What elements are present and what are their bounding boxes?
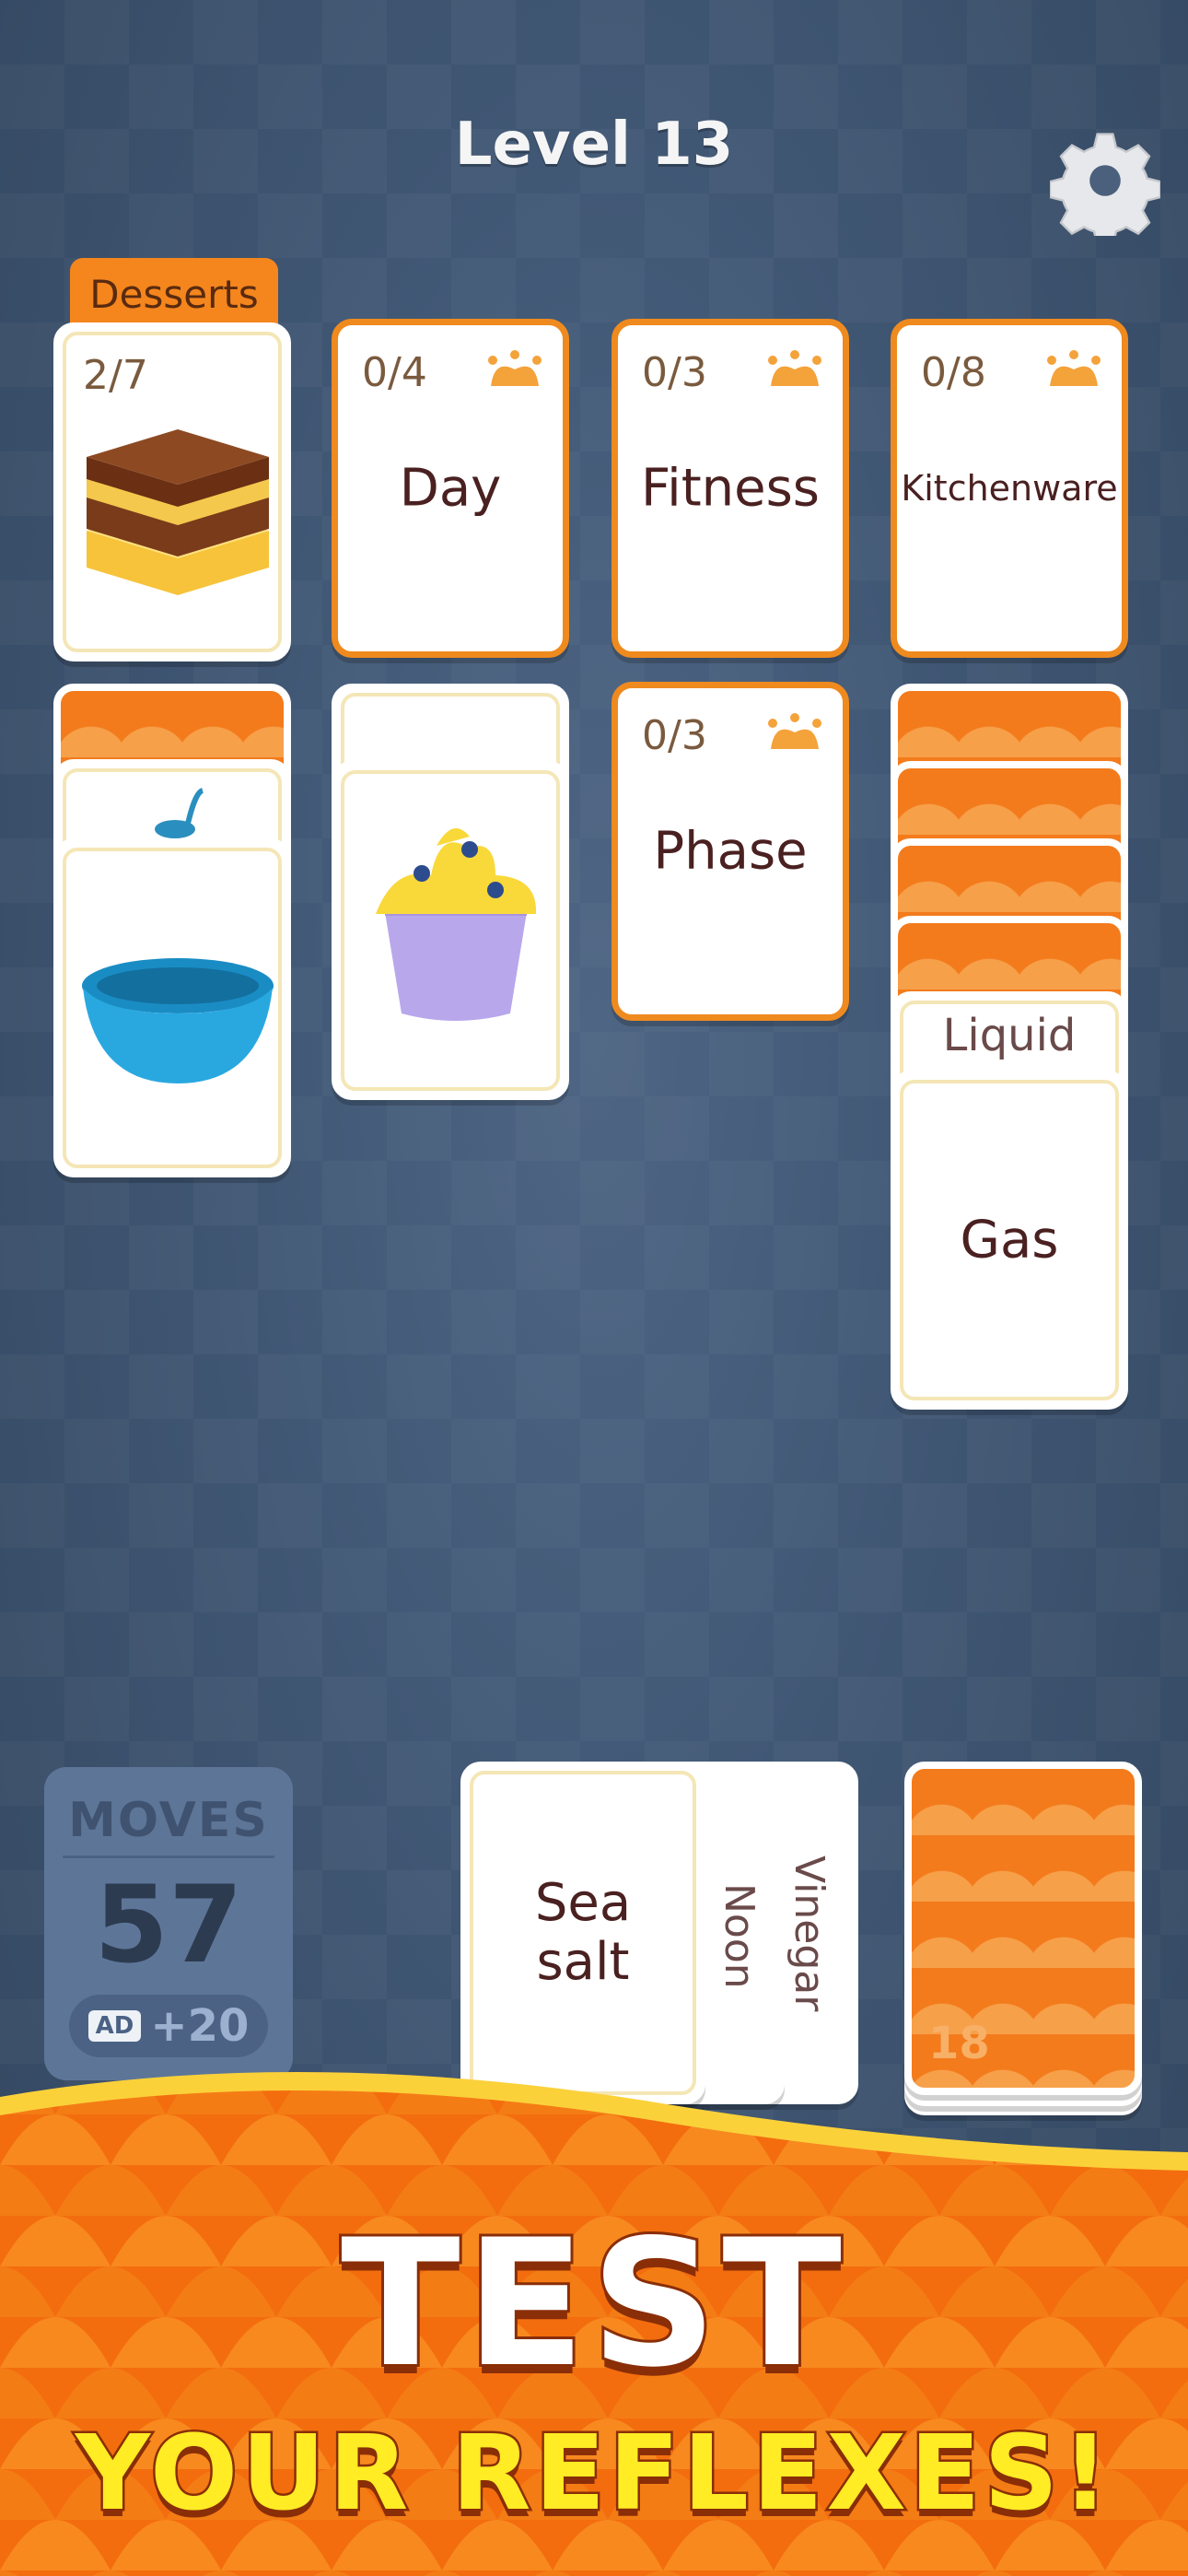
card-word: Sea salt [534,1873,632,1992]
ad-bonus: +20 [150,2000,250,2052]
category-word: Kitchenware [901,468,1118,509]
category-tab-desserts: Desserts [70,258,278,326]
ladle-icon [155,788,204,838]
deck-count: 18 [928,2018,990,2069]
jester-hat-icon [768,713,821,749]
foundation-count: 0/8 [921,349,986,396]
level-title: Level 13 [454,111,734,179]
card-word: Vinegar [786,1856,833,2012]
watch-ad-button[interactable]: AD +20 [69,1995,268,2057]
foundation-count: 2/7 [83,352,148,399]
foundation-count: 0/3 [642,349,707,396]
moves-value: 57 [94,1863,243,1987]
category-word: Phase [653,821,808,882]
cupcake-icon [376,828,537,1021]
moves-panel: MOVES 57 AD +20 [44,1767,293,2080]
card-word: Noon [716,1883,763,1989]
banner-headline: TEST [338,2199,847,2408]
bowl-icon [82,958,274,1083]
settings-gear-icon[interactable] [1050,125,1160,236]
jester-hat-icon [488,350,542,386]
jester-hat-icon [768,350,821,386]
foundation-kitchenware[interactable]: 0/8 Kitchenware [891,319,1128,658]
category-word: Fitness [641,458,820,519]
foundation-count: 0/4 [362,349,427,396]
ad-badge: AD [87,2010,142,2042]
foundation-phase[interactable]: 0/3 Phase [611,682,849,1021]
divider [63,1856,274,1858]
card-word: Liquid [942,1010,1077,1061]
jester-hat-icon [1047,350,1101,386]
cupcake-card[interactable] [332,761,569,1100]
category-word: Day [399,458,502,519]
gas-card[interactable]: Gas [891,1071,1128,1410]
card-word: Gas [960,1210,1059,1270]
foundation-desserts[interactable]: 2/7 [53,322,291,662]
banner-subheadline: YOUR REFLEXES! [73,2412,1113,2536]
foundation-count: 0/3 [642,712,707,759]
bowl-card[interactable] [53,838,291,1177]
moves-label: MOVES [68,1793,269,1848]
foundation-fitness[interactable]: 0/3 Fitness [611,319,849,658]
layer-cake-icon [87,429,269,595]
foundation-day[interactable]: 0/4 Day [332,319,569,658]
hand-card-top[interactable]: Sea salt [460,1762,705,2104]
draw-deck[interactable]: 18 [904,1762,1142,2095]
